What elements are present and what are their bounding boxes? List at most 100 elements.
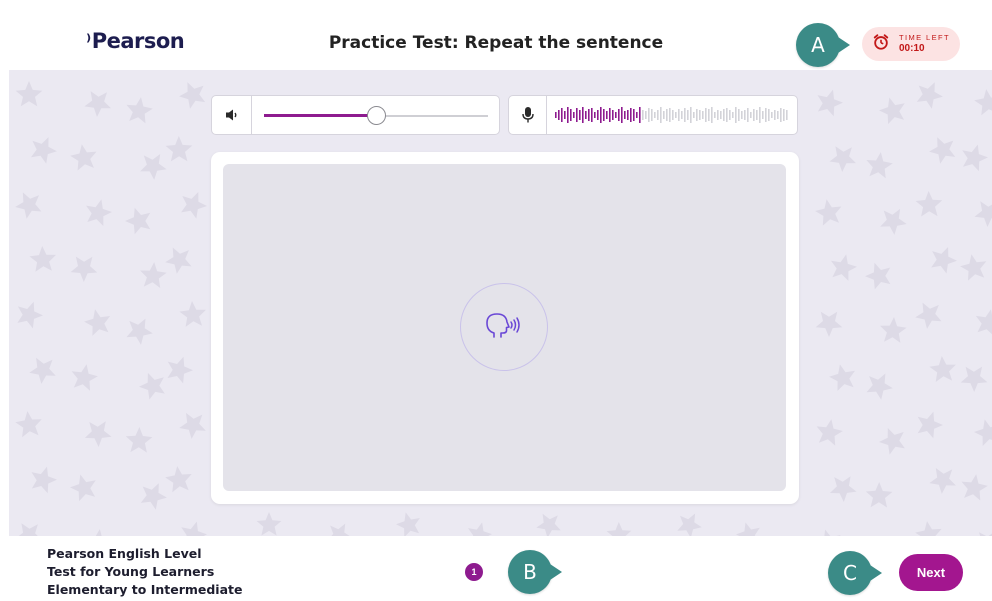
waveform-bar: [597, 110, 599, 120]
star-decoration: [880, 208, 907, 235]
waveform-bar: [702, 111, 704, 119]
test-info-line: Test for Young Learners: [47, 564, 215, 579]
star-decoration: [29, 357, 56, 384]
star-decoration: [915, 302, 942, 329]
waveform-bar: [609, 108, 611, 122]
star-decoration: [165, 247, 192, 274]
waveform-bar: [594, 112, 596, 118]
waveform-bar: [753, 109, 755, 121]
star-decoration: [960, 254, 987, 281]
prompt-card: [211, 152, 799, 504]
star-decoration: [125, 207, 151, 235]
waveform-bar: [786, 110, 788, 120]
waveform-bar: [774, 110, 776, 120]
waveform-bar: [759, 107, 761, 123]
waveform-bar: [603, 109, 605, 121]
star-decoration: [126, 97, 153, 124]
star-decoration: [865, 482, 893, 508]
waveform-bar: [567, 107, 569, 123]
star-decoration: [961, 474, 988, 501]
star-decoration: [15, 411, 42, 438]
waveform-bar: [726, 108, 728, 122]
star-decoration: [256, 512, 282, 536]
star-decoration: [95, 529, 102, 536]
waveform-bar: [732, 112, 734, 118]
recording-meter: [508, 95, 798, 135]
star-decoration: [829, 364, 855, 391]
waveform-bar: [618, 109, 620, 121]
star-decoration: [915, 191, 943, 217]
star-decoration: [468, 522, 492, 536]
volume-fill: [264, 114, 376, 117]
waveform-bar: [708, 109, 710, 121]
waveform-bar: [555, 112, 557, 118]
waveform-bar: [663, 111, 665, 119]
star-decoration: [979, 532, 992, 536]
callout-a: A: [796, 23, 850, 67]
waveform-bar: [756, 110, 758, 120]
star-decoration: [962, 144, 988, 172]
waveform-bar: [744, 110, 746, 120]
waveform-bar: [705, 108, 707, 122]
waveform-bar: [660, 107, 662, 123]
star-decoration: [960, 366, 988, 392]
volume-control: [211, 95, 500, 135]
waveform-bar: [693, 112, 695, 118]
waveform-bar: [582, 107, 584, 123]
waveform-bar: [654, 112, 656, 118]
waveform-bar: [561, 108, 563, 122]
star-decoration: [29, 246, 56, 272]
waveform-bar: [621, 107, 623, 123]
waveform-bar: [672, 110, 674, 120]
waveform-bar: [720, 111, 722, 119]
star-decoration: [140, 483, 167, 510]
waveform-bar: [717, 110, 719, 120]
waveform-bar: [585, 111, 587, 119]
star-decoration: [879, 428, 905, 455]
star-decoration: [816, 419, 843, 446]
callout-b: B: [508, 550, 562, 594]
waveform-bar: [630, 108, 632, 122]
page-indicator: 1: [465, 563, 483, 581]
waveform-bar: [588, 109, 590, 121]
next-button[interactable]: Next: [899, 554, 963, 591]
star-decoration: [140, 154, 167, 180]
waveform-bar: [762, 111, 764, 119]
speaker-icon[interactable]: [212, 96, 252, 134]
waveform-bar: [723, 109, 725, 121]
volume-slider[interactable]: [264, 106, 488, 125]
waveform-bar: [711, 107, 713, 123]
waveform-bar: [570, 109, 572, 121]
star-decoration: [396, 512, 420, 536]
waveform-bar: [645, 111, 647, 119]
waveform-bar: [576, 108, 578, 122]
star-decoration: [824, 529, 841, 536]
star-decoration: [84, 421, 112, 447]
star-decoration: [880, 317, 907, 343]
test-info-line: Pearson English Level: [47, 546, 202, 561]
star-decoration: [829, 476, 857, 502]
volume-handle[interactable]: [367, 106, 386, 125]
star-decoration: [974, 201, 992, 227]
star-decoration: [865, 262, 891, 290]
waveform-bar: [642, 110, 644, 120]
waveform-bar: [768, 109, 770, 121]
star-decoration: [181, 192, 207, 219]
star-decoration: [815, 311, 843, 337]
star-decoration: [736, 522, 760, 536]
star-decoration: [86, 199, 112, 226]
star-decoration: [17, 301, 43, 329]
alarm-clock-icon: [872, 33, 890, 56]
star-decoration: [179, 301, 206, 327]
timer-label: TIME LEFT: [899, 33, 950, 43]
waveform-bar: [684, 108, 686, 122]
waveform-bar: [780, 108, 782, 122]
waveform-bar: [675, 112, 677, 118]
waveform-bar: [624, 111, 626, 119]
star-decoration: [931, 247, 957, 274]
star-decoration: [31, 137, 57, 164]
star-decoration: [84, 91, 111, 117]
star-decoration: [929, 356, 956, 382]
star-decoration: [84, 309, 111, 336]
star-decoration: [916, 82, 943, 109]
